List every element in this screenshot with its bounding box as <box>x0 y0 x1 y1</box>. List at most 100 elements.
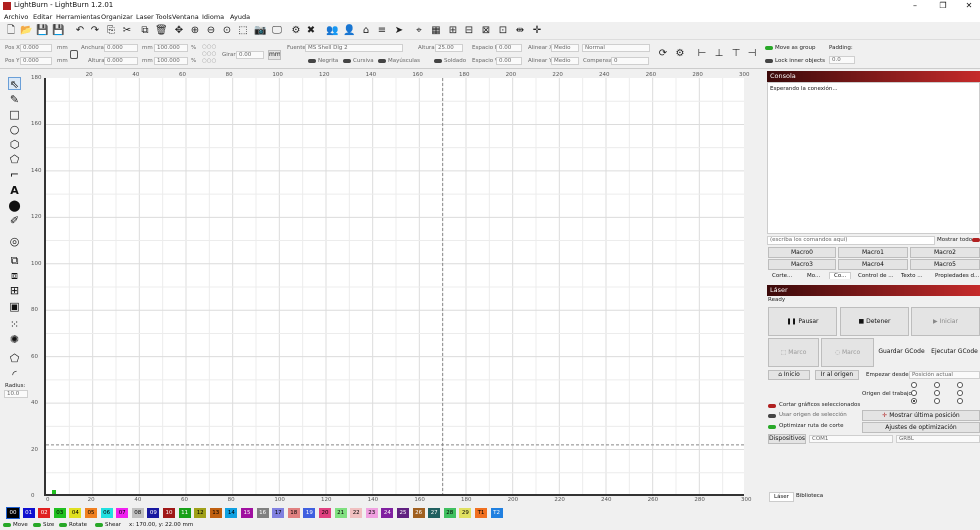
workspace-canvas[interactable] <box>44 78 744 496</box>
zoom-in-icon[interactable]: ⊕ <box>189 25 201 37</box>
align-center-icon[interactable]: ⊥ <box>713 48 725 60</box>
tab-move[interactable]: Mo... <box>807 273 820 279</box>
color-swatch[interactable]: 01 <box>22 508 35 518</box>
save-icon[interactable]: 💾 <box>36 25 48 37</box>
color-swatch[interactable]: 21 <box>334 508 347 518</box>
circular-array-icon[interactable]: ✺ <box>8 333 21 346</box>
polygon-tool-icon[interactable]: ⬡ <box>8 138 21 151</box>
bold-toggle[interactable] <box>308 59 316 63</box>
grid-icon[interactable]: ▦ <box>430 25 442 37</box>
pentagon-tool-icon[interactable]: ⬠ <box>8 153 21 166</box>
color-swatch[interactable]: 24 <box>381 508 394 518</box>
color-swatch[interactable]: 23 <box>365 508 378 518</box>
goto-origin-button[interactable]: Ir al origen <box>815 370 859 380</box>
color-swatch[interactable]: 22 <box>350 508 363 518</box>
move-toggle[interactable] <box>3 523 11 527</box>
crosshair-icon[interactable]: ✛ <box>531 25 543 37</box>
width-field[interactable]: 0.000 <box>104 44 138 52</box>
posy-field[interactable]: 0.000 <box>20 57 52 65</box>
color-swatch[interactable]: 09 <box>147 508 160 518</box>
welded-toggle[interactable] <box>434 59 442 63</box>
boolean-tool-icon[interactable]: ▣ <box>8 300 21 313</box>
macro0-button[interactable]: Macro0 <box>768 247 836 258</box>
text-mode-select[interactable]: Normal <box>582 44 650 52</box>
macro3-button[interactable]: Macro3 <box>768 259 836 270</box>
user-icon[interactable]: 👤 <box>343 25 355 37</box>
tab-text[interactable]: Texto ... <box>901 273 922 279</box>
origin-radio-tr[interactable] <box>957 382 963 388</box>
color-swatch[interactable]: 29 <box>459 508 472 518</box>
cut-icon[interactable]: ✂ <box>121 25 133 37</box>
color-swatch[interactable]: 03 <box>53 508 66 518</box>
firmware-select[interactable]: GRBL <box>896 435 980 443</box>
color-swatch[interactable]: 26 <box>412 508 425 518</box>
color-swatch[interactable]: 27 <box>428 508 441 518</box>
macro1-button[interactable]: Macro1 <box>838 247 908 258</box>
color-swatch[interactable]: 06 <box>100 508 113 518</box>
color-swatch[interactable]: 12 <box>194 508 207 518</box>
uppercase-toggle[interactable] <box>378 59 386 63</box>
menu-archivo[interactable]: Archivo <box>4 13 28 21</box>
zoom-out-icon[interactable]: ⊖ <box>205 25 217 37</box>
menu-ayuda[interactable]: Ayuda <box>230 13 250 21</box>
frame-round-button[interactable]: ◌ Marco <box>821 338 874 367</box>
save-as-icon[interactable]: 💾 <box>52 25 64 37</box>
lock-icon[interactable] <box>70 50 78 59</box>
delete-icon[interactable]: 🗑 <box>155 25 168 37</box>
cut-selected-toggle[interactable] <box>768 404 776 408</box>
grid-array-icon[interactable]: ⁙ <box>8 318 21 331</box>
menu-idioma[interactable]: Idioma <box>202 13 224 21</box>
devices-button[interactable]: Dispositivos <box>768 434 806 444</box>
color-swatch[interactable]: 07 <box>116 508 129 518</box>
tab-library[interactable]: Biblioteca <box>796 493 823 499</box>
pause-button[interactable]: ❚❚ Pausar <box>768 307 837 336</box>
ruler-icon[interactable]: ⊡ <box>497 25 509 37</box>
macro4-button[interactable]: Macro4 <box>838 259 908 270</box>
zoom-selection-icon[interactable]: ⬚ <box>237 25 249 37</box>
color-swatch[interactable]: 04 <box>69 508 82 518</box>
italic-toggle[interactable] <box>343 59 351 63</box>
scalex-field[interactable]: 100.000 <box>154 44 188 52</box>
tools-icon[interactable]: ✖ <box>305 25 317 37</box>
optimization-settings-button[interactable]: Ajustes de optimización <box>862 422 980 433</box>
center-icon[interactable]: ⊠ <box>480 25 492 37</box>
rotate-toggle[interactable] <box>59 523 67 527</box>
stop-button[interactable]: ■ Detener <box>840 307 909 336</box>
show-all-toggle[interactable] <box>972 238 980 242</box>
ellipse-tool-icon[interactable]: ○ <box>8 123 21 136</box>
color-swatch[interactable]: 13 <box>209 508 222 518</box>
size-toggle[interactable] <box>33 523 41 527</box>
color-swatch[interactable]: 16 <box>256 508 269 518</box>
copy-icon[interactable]: ⧉ <box>139 25 151 37</box>
offset-field[interactable]: 0 <box>611 57 649 65</box>
undo-icon[interactable]: ↶ <box>74 25 86 37</box>
origin-radio-tl[interactable] <box>911 382 917 388</box>
origin-radio-bl[interactable] <box>911 398 917 404</box>
tab-console[interactable]: Co... <box>829 272 852 279</box>
height-field[interactable]: 0.000 <box>104 57 138 65</box>
machine-icon[interactable]: ⚙ <box>674 48 686 60</box>
group-tool-icon[interactable]: ⧉ <box>8 254 21 267</box>
color-swatch[interactable]: 15 <box>241 508 253 518</box>
color-swatch[interactable]: T2 <box>490 508 503 518</box>
origin-radio-br[interactable] <box>957 398 963 404</box>
start-button[interactable]: ▶ Iniciar <box>911 307 980 336</box>
fillet-tool-icon[interactable]: ◜ <box>8 368 21 381</box>
color-swatch[interactable]: 19 <box>303 508 316 518</box>
scaley-field[interactable]: 100.000 <box>154 57 188 65</box>
color-swatch[interactable]: 28 <box>443 508 456 518</box>
alignx-select[interactable]: Medio <box>551 44 579 52</box>
optimize-toggle[interactable] <box>768 425 776 429</box>
users-icon[interactable]: 👥 <box>326 25 338 37</box>
align-top-icon[interactable]: ⊤ <box>730 48 742 60</box>
menu-editar[interactable]: Editar <box>33 13 52 21</box>
font-select[interactable]: MS Shell Dlg 2 <box>305 44 403 52</box>
color-swatch[interactable]: 00 <box>6 507 20 519</box>
home-button[interactable]: ⌂ Inicio <box>768 370 810 380</box>
pan-icon[interactable]: ✥ <box>173 25 185 37</box>
posx-field[interactable]: 0.000 <box>20 44 52 52</box>
settings-icon[interactable]: ⚙ <box>290 25 302 37</box>
refresh-icon[interactable]: ⟳ <box>657 48 669 60</box>
target-icon[interactable]: ⌖ <box>413 25 425 37</box>
origin-radio-ml[interactable] <box>911 390 917 396</box>
